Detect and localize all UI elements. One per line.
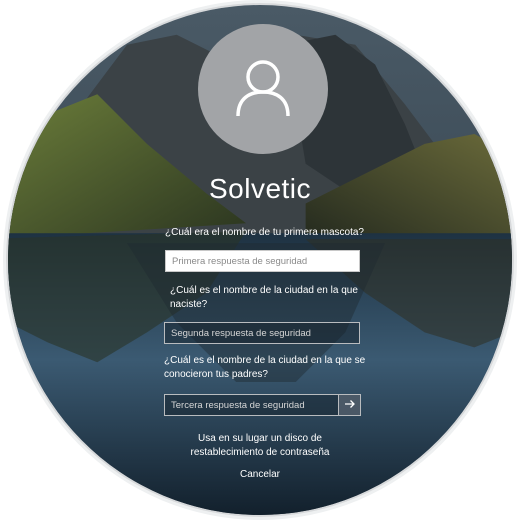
- reset-disk-link-container: Usa en su lugar un disco de restablecimi…: [8, 432, 512, 460]
- user-name: Solvetic: [208, 173, 312, 204]
- reset-disk-link[interactable]: Usa en su lugar un disco de restablecimi…: [191, 433, 330, 458]
- answer-2-input[interactable]: [164, 322, 360, 344]
- cancel-button[interactable]: Cancelar: [240, 469, 280, 480]
- user-icon: [232, 56, 294, 123]
- security-question-3: ¿Cuál es el nombre de la ciudad en la qu…: [164, 355, 366, 380]
- user-avatar: [198, 24, 328, 154]
- cancel-container: Cancelar: [8, 469, 512, 480]
- answer-1-input[interactable]: [165, 250, 360, 272]
- lock-screen-frame: Solvetic ¿Cuál era el nombre de tu prime…: [6, 3, 514, 517]
- arrow-right-icon: [344, 396, 356, 414]
- answer-3-input[interactable]: [164, 394, 339, 416]
- submit-button[interactable]: [339, 394, 361, 416]
- security-question-1: ¿Cuál era el nombre de tu primera mascot…: [165, 227, 364, 238]
- security-question-2: ¿Cuál es el nombre de la ciudad en la qu…: [170, 285, 358, 310]
